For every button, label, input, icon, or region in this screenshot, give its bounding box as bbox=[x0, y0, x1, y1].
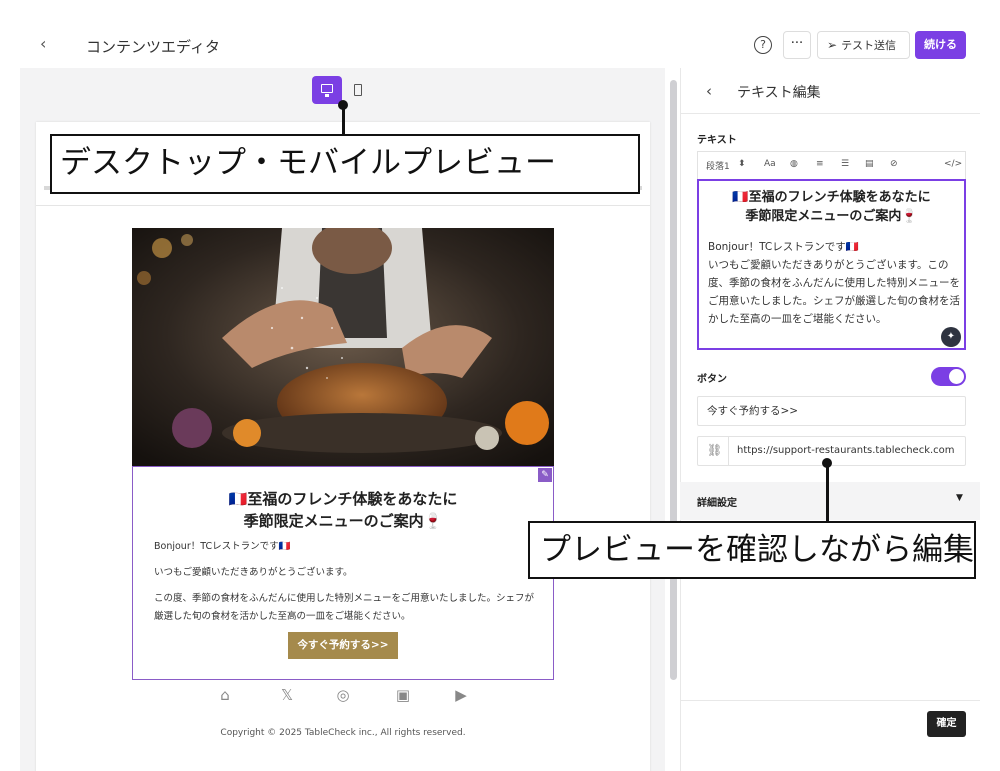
phone-icon bbox=[354, 84, 362, 96]
panel-divider bbox=[680, 113, 980, 114]
email-title: 🇫🇷至福のフレンチ体験をあなたに 季節限定メニューのご案内🍷 bbox=[132, 488, 554, 532]
more-button[interactable]: ··· bbox=[783, 31, 811, 59]
panel-title: テキスト編集 bbox=[737, 85, 821, 101]
chevron-updown-icon[interactable]: ⬍ bbox=[738, 159, 746, 169]
email-body-line: Bonjour！TCレストランです🇫🇷 bbox=[154, 541, 291, 552]
advanced-settings-label: 詳細設定 bbox=[697, 498, 737, 509]
x-icon[interactable]: 𝕏 bbox=[278, 686, 296, 704]
youtube-icon[interactable]: ▶ bbox=[452, 686, 470, 704]
url-field-separator bbox=[728, 437, 729, 465]
panel-footer-divider bbox=[680, 700, 980, 701]
email-body-line: この度、季節の食材をふんだんに使用した特別メニューをご用意いたしました。シェフが… bbox=[154, 593, 535, 622]
list-icon[interactable]: ☰ bbox=[841, 159, 849, 169]
edit-pencil-icon[interactable]: ✎ bbox=[538, 468, 552, 482]
panel-back-icon[interactable]: ‹ bbox=[706, 82, 712, 100]
paragraph-select[interactable]: 段落1 bbox=[706, 159, 730, 172]
email-title-line2: 季節限定メニューのご案内🍷 bbox=[243, 512, 443, 530]
email-body: Bonjour！TCレストランです🇫🇷 いつもご愛顧いただきありがとうございます… bbox=[154, 538, 534, 634]
preview-scrollbar[interactable] bbox=[670, 80, 677, 680]
desktop-preview-button[interactable] bbox=[312, 76, 342, 104]
device-preview-callout: デスクトップ・モバイルプレビュー bbox=[50, 134, 640, 194]
monitor-stand bbox=[325, 94, 329, 97]
chef-photo bbox=[132, 228, 554, 466]
confirm-button[interactable]: 確定 bbox=[927, 711, 966, 737]
monitor-icon bbox=[321, 84, 333, 93]
mobile-preview-button[interactable] bbox=[344, 76, 372, 104]
advanced-settings-row[interactable]: 詳細設定 ▼ bbox=[680, 482, 980, 520]
copyright-text: Copyright © 2025 TableCheck inc., All ri… bbox=[220, 728, 466, 738]
hero-image bbox=[132, 228, 554, 466]
home-icon[interactable]: ⌂ bbox=[216, 686, 234, 704]
font-size-icon[interactable]: Aa bbox=[764, 159, 776, 169]
code-icon[interactable]: </> bbox=[944, 159, 962, 169]
edit-preview-callout: プレビューを確認しながら編集 bbox=[528, 521, 976, 579]
send-icon: ➢ bbox=[827, 38, 838, 52]
link-icon: ⛓ bbox=[707, 443, 723, 457]
callout-dot bbox=[822, 458, 832, 468]
caret-down-icon: ▼ bbox=[956, 493, 963, 503]
ai-assist-icon[interactable]: ✦ bbox=[941, 327, 961, 347]
reserve-now-button[interactable]: 今すぐ予約する>> bbox=[288, 632, 398, 659]
help-icon[interactable]: ? bbox=[754, 36, 772, 54]
email-title-line1: 🇫🇷至福のフレンチ体験をあなたに bbox=[228, 490, 458, 508]
button-section-label: ボタン bbox=[697, 374, 727, 385]
callout-connector bbox=[826, 462, 829, 521]
test-send-button[interactable]: ➢ テスト送信 bbox=[817, 31, 910, 59]
align-left-icon[interactable]: ≡ bbox=[816, 159, 824, 169]
continue-button[interactable]: 続ける bbox=[915, 31, 966, 59]
email-body-line: いつもご愛顧いただきありがとうございます。 bbox=[154, 567, 353, 578]
button-toggle[interactable] bbox=[931, 367, 966, 386]
block-icon[interactable]: ▤ bbox=[865, 159, 874, 169]
line-icon[interactable]: ▣ bbox=[394, 686, 412, 704]
color-palette-icon[interactable]: ◍ bbox=[790, 159, 798, 169]
test-send-label: テスト送信 bbox=[841, 39, 897, 52]
editor-title: 🇫🇷至福のフレンチ体験をあなたに 季節限定メニューのご案内🍷 bbox=[700, 188, 963, 226]
back-icon[interactable]: ‹ bbox=[40, 34, 46, 53]
page-title: コンテンツエディタ bbox=[86, 38, 220, 56]
editor-body: Bonjour！TCレストランです🇫🇷 いつもご愛顧いただきありがとうございます… bbox=[708, 241, 960, 325]
callout-dot bbox=[338, 100, 348, 110]
button-text-input[interactable]: 今すぐ予約する>> bbox=[697, 396, 966, 426]
editor-title-line2: 季節限定メニューのご案内🍷 bbox=[745, 209, 918, 224]
link-icon[interactable]: ⊘ bbox=[890, 159, 898, 169]
social-icons-row: ⌂ 𝕏 ◎ ▣ ▶ bbox=[132, 682, 554, 710]
toggle-knob bbox=[949, 369, 964, 384]
text-section-label: テキスト bbox=[697, 135, 737, 146]
editor-title-line1: 🇫🇷至福のフレンチ体験をあなたに bbox=[732, 190, 931, 205]
instagram-icon[interactable]: ◎ bbox=[334, 686, 352, 704]
button-url-value: https://support-restaurants.tablecheck.c… bbox=[737, 445, 955, 456]
rich-text-toolbar: 段落1 ⬍ Aa ◍ ≡ ☰ ▤ ⊘ </> bbox=[697, 151, 966, 179]
